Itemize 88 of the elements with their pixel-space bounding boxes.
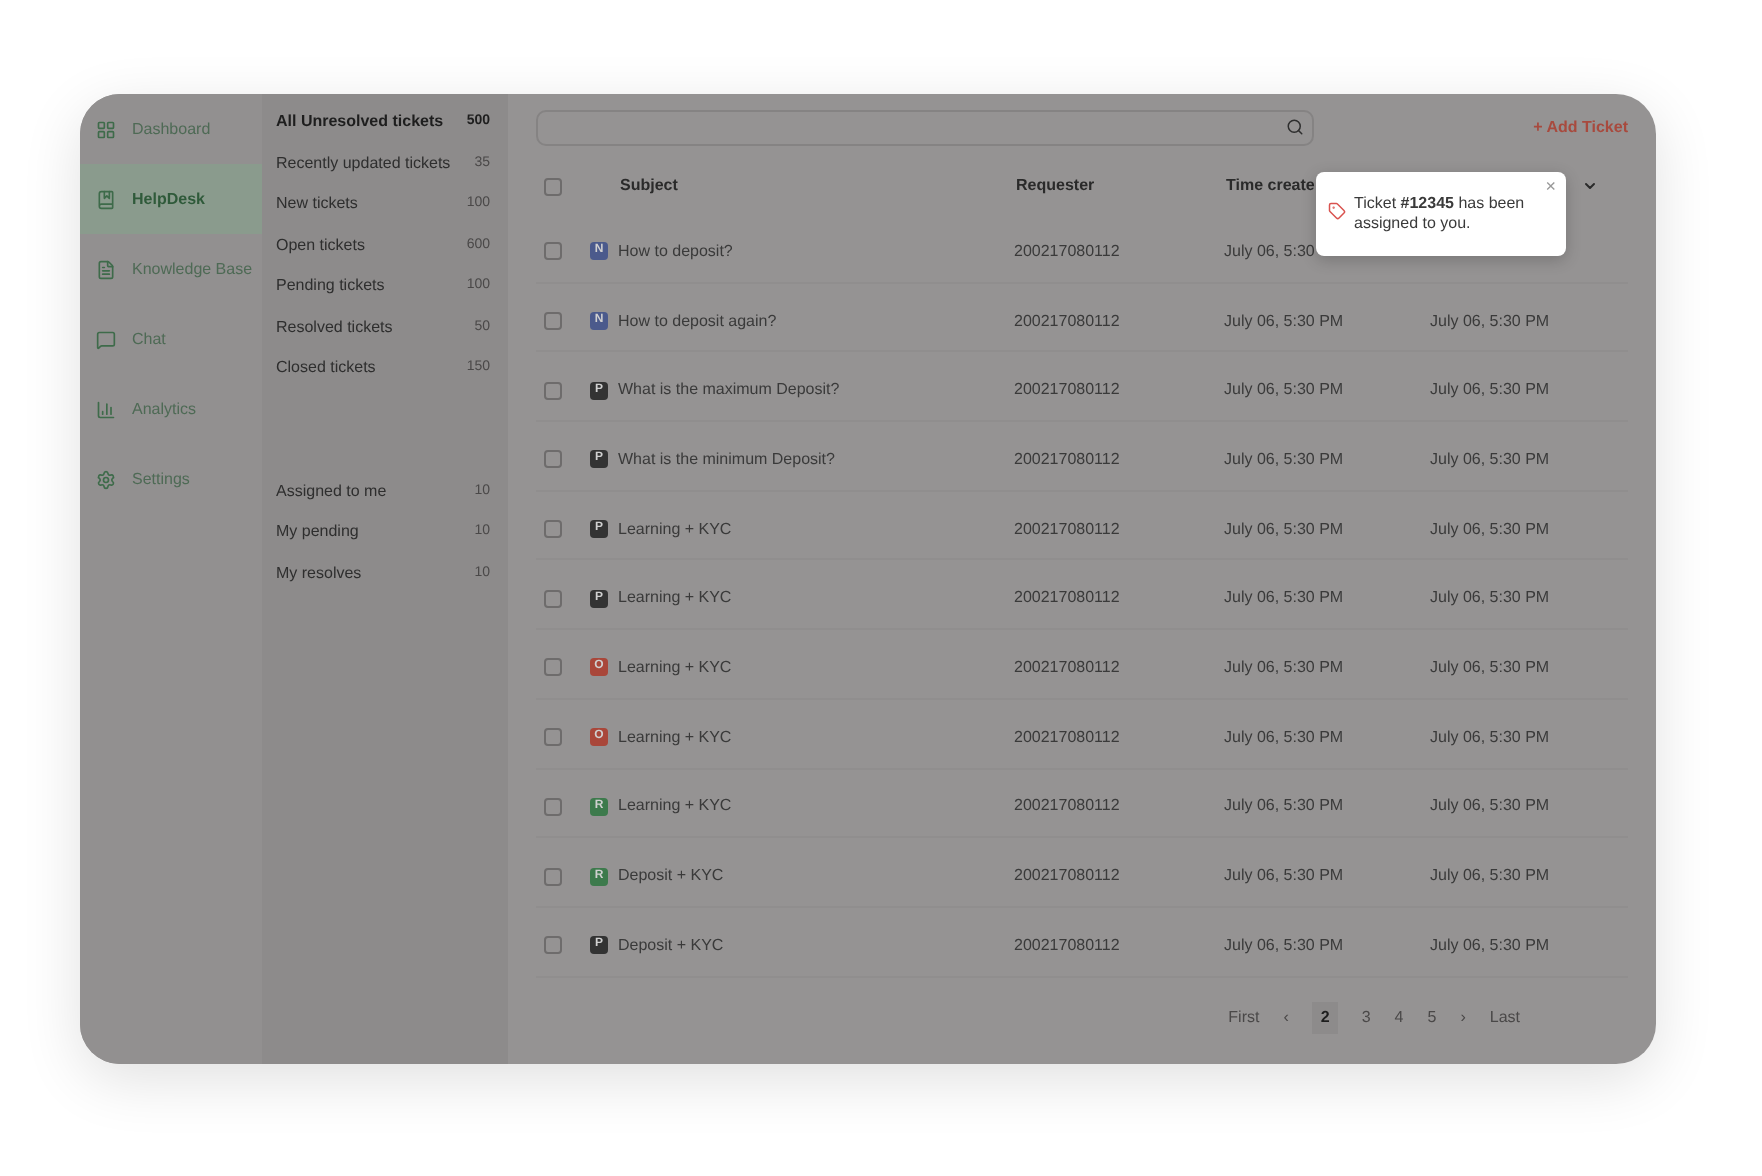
row-checkbox[interactable] — [544, 658, 562, 677]
last-page-link[interactable]: Last — [1489, 1005, 1520, 1030]
page-link[interactable]: 4 — [1394, 1005, 1404, 1030]
subject-cell-text: Learning + KYC — [618, 517, 734, 542]
subject-cell-text: What is the maximum Deposit? — [618, 378, 842, 403]
subject-cell-text: How to deposit again? — [618, 309, 779, 334]
time-cell-text: July 06, 5:30 PM — [1224, 586, 1346, 611]
time-cell: July 06, 5:30 PM — [1430, 517, 1550, 542]
requester-cell-text: 200217080112 — [1014, 655, 1122, 680]
sidebar-label: Knowledge Base — [132, 257, 253, 281]
document-icon — [96, 259, 116, 279]
requester-cell-text: 200217080112 — [1014, 309, 1122, 334]
requester-cell-text: 200217080112 — [1014, 378, 1122, 403]
time-cell-text: July 06, 5:30 PM — [1224, 794, 1346, 819]
previous-page-link[interactable]: ‹ — [1283, 1005, 1289, 1030]
sidebar-label: Dashboard — [132, 117, 211, 141]
page-link[interactable]: 2 — [1312, 1001, 1338, 1034]
page-link[interactable]: 3 — [1361, 1005, 1371, 1030]
time-cell-text: July 06, 5:30 PM — [1224, 655, 1346, 680]
requester-cell-text: 200217080112 — [1014, 864, 1122, 889]
subject-cell-text: Learning + KYC — [618, 725, 734, 750]
requester-cell-text: 200217080112 — [1014, 239, 1122, 264]
sidebar-label: Settings — [132, 467, 190, 491]
row-checkbox[interactable] — [544, 728, 562, 747]
next-page-link[interactable]: › — [1460, 1005, 1466, 1030]
requester-cell-text: 200217080112 — [1014, 586, 1122, 611]
sidebar-label: HelpDesk — [132, 187, 205, 211]
grid-icon — [96, 119, 116, 139]
requester-cell-text: 200217080112 — [1014, 933, 1122, 958]
time-cell-text: July 06, 5:30 — [1224, 239, 1317, 264]
time-cell: July 06, 5:30 PM — [1430, 586, 1550, 611]
subject-cell-text: What is the minimum Deposit? — [618, 447, 837, 472]
time-cell: July 06, 5:30 PM — [1430, 378, 1550, 403]
sidebar-label: Chat — [132, 327, 166, 351]
time-cell-text: July 06, 5:30 PM — [1224, 725, 1346, 750]
subject-cell-text: How to deposit? — [618, 239, 735, 264]
row-checkbox[interactable] — [544, 936, 562, 955]
requester-cell-text: 200217080112 — [1014, 447, 1122, 472]
sidebar-label: Analytics — [132, 397, 197, 421]
chat-icon — [96, 329, 116, 349]
tag-icon — [1328, 202, 1346, 220]
select-all-checkbox[interactable] — [544, 177, 562, 195]
search-icon — [1286, 118, 1304, 136]
time-cell: July 06, 5:30 PM — [1430, 655, 1550, 680]
time-cell-text: July 06, 5:30 PM — [1224, 378, 1346, 403]
requester-cell-text: 200217080112 — [1014, 725, 1122, 750]
time-cell-text: July 06, 5:30 PM — [1224, 309, 1346, 334]
subject-cell-text: Deposit + KYC — [618, 864, 726, 889]
book-icon — [96, 189, 116, 209]
time-cell-text: July 06, 5:30 PM — [1224, 933, 1346, 958]
column-header: Requester — [1016, 174, 1097, 198]
search-field[interactable] — [536, 109, 1314, 145]
close-button[interactable]: × — [1545, 174, 1556, 201]
time-cell-text: July 06, 5:30 PM — [1224, 517, 1346, 542]
first-page-link[interactable]: First — [1228, 1005, 1260, 1030]
requester-cell-text: 200217080112 — [1014, 794, 1122, 819]
requester-cell-text: 200217080112 — [1014, 517, 1122, 542]
row-checkbox[interactable] — [544, 312, 562, 331]
row-checkbox[interactable] — [544, 242, 562, 261]
sidebar-item[interactable]: Settings — [80, 444, 262, 514]
subject-cell-text: Learning + KYC — [618, 794, 734, 819]
time-cell: July 06, 5:30 PM — [1430, 864, 1550, 889]
sidebar-item[interactable]: HelpDesk — [80, 164, 262, 234]
time-cell-text: July 06, 5:30 PM — [1224, 447, 1346, 472]
page-link[interactable]: 5 — [1427, 1005, 1437, 1030]
row-checkbox[interactable] — [544, 520, 562, 539]
row-checkbox[interactable] — [544, 450, 562, 469]
time-cell: July 06, 5:30 PM — [1430, 309, 1550, 334]
time-cell: July 06, 5:30 PM — [1430, 725, 1550, 750]
column-header: Subject — [620, 174, 680, 198]
subject-cell-text: Deposit + KYC — [618, 933, 726, 958]
time-cell-text: July 06, 5:30 PM — [1224, 864, 1346, 889]
dropdown-icon[interactable] — [1582, 178, 1598, 194]
time-cell: July 06, 5:30 PM — [1430, 794, 1550, 819]
sidebar-item[interactable]: Knowledge Base — [80, 234, 262, 304]
row-checkbox[interactable] — [544, 797, 562, 816]
subject-cell-text: Learning + KYC — [618, 655, 734, 680]
row-checkbox[interactable] — [544, 381, 562, 400]
subject-cell-text: Learning + KYC — [618, 586, 734, 611]
bar-chart-icon — [96, 399, 116, 419]
sidebar-item[interactable]: Analytics — [80, 374, 262, 444]
time-cell: July 06, 5:30 PM — [1430, 447, 1550, 472]
sidebar-item[interactable]: Dashboard — [80, 94, 262, 164]
row-checkbox[interactable] — [544, 589, 562, 608]
column-header: Time create — [1226, 174, 1317, 198]
time-cell: July 06, 5:30 PM — [1430, 933, 1550, 958]
row-checkbox[interactable] — [544, 867, 562, 886]
settings-icon — [96, 469, 116, 489]
